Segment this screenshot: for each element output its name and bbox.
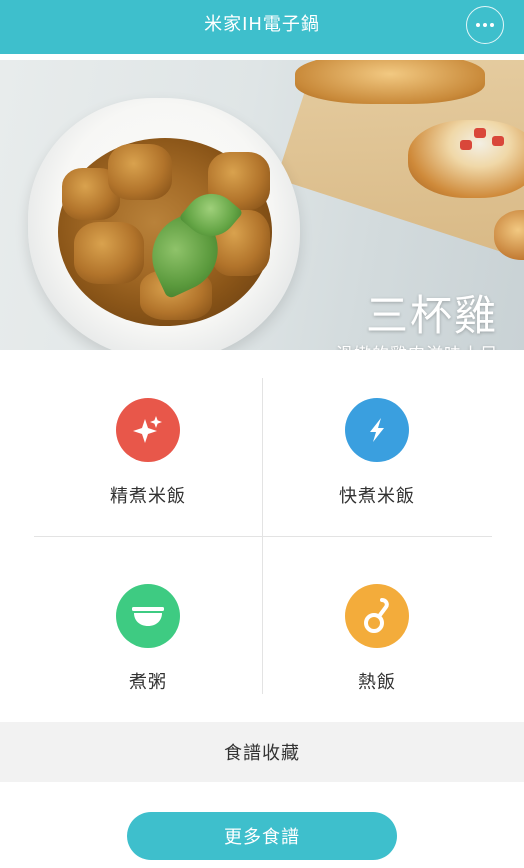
bread-image: [295, 60, 485, 104]
mode-quick-rice[interactable]: 快煮米飯: [246, 350, 508, 536]
more-dots-icon[interactable]: [466, 6, 504, 44]
recipe-favorites-button[interactable]: 食譜收藏: [0, 722, 524, 782]
banner-subtitle: 滑嫩的雞肉滋味十足: [336, 340, 498, 350]
dot: [490, 23, 494, 27]
cooking-mode-grid: 精煮米飯 快煮米飯 煮粥 熱飯: [0, 350, 524, 722]
dot: [483, 23, 487, 27]
mode-label: 快煮米飯: [339, 486, 415, 507]
mode-label: 熱飯: [358, 672, 396, 693]
lightning-icon: [345, 398, 409, 462]
chicken-piece: [108, 144, 172, 200]
mode-reheat[interactable]: 熱飯: [246, 536, 508, 722]
mode-fine-rice[interactable]: 精煮米飯: [17, 350, 279, 536]
bread-image: [408, 120, 524, 198]
tomato-piece: [474, 128, 486, 138]
page-title: 米家IH電子鍋: [204, 14, 320, 35]
tomato-piece: [492, 136, 504, 146]
chicken-piece: [74, 222, 144, 284]
mode-label: 精煮米飯: [110, 486, 186, 507]
top-bar: 米家IH電子鍋: [0, 0, 524, 54]
mode-label: 煮粥: [129, 672, 167, 693]
more-recipes-button[interactable]: 更多食譜: [127, 812, 397, 860]
mode-porridge[interactable]: 煮粥: [17, 536, 279, 722]
dot: [476, 23, 480, 27]
banner-title: 三杯雞: [365, 291, 498, 340]
bowl-icon: [116, 584, 180, 648]
ladle-icon: [345, 584, 409, 648]
tomato-piece: [460, 140, 472, 150]
recipe-banner[interactable]: 三杯雞 滑嫩的雞肉滋味十足: [0, 60, 524, 350]
sparkle-icon: [116, 398, 180, 462]
